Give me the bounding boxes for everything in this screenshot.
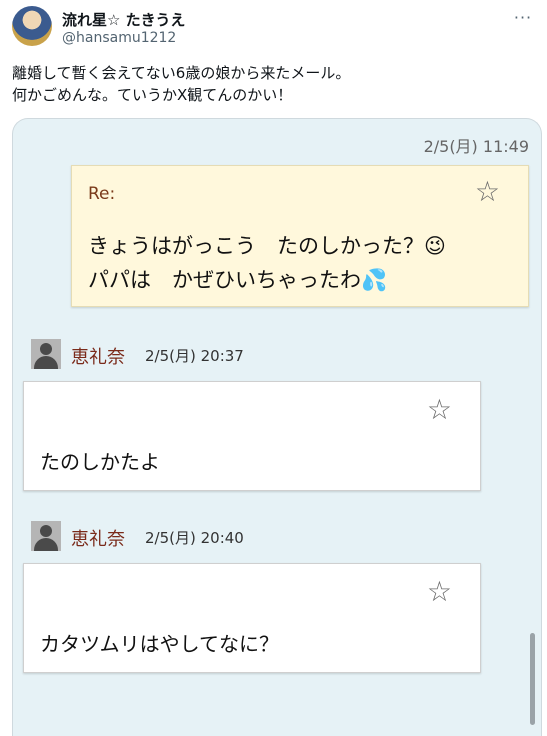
reply-card-1[interactable]: ☆ たのしかたよ (23, 381, 481, 491)
sender-name: 恵礼奈 (71, 347, 125, 368)
author-avatar[interactable] (12, 6, 52, 46)
reply-card-2[interactable]: ☆ カタツムリはやしてなに？ (23, 563, 481, 673)
star-icon[interactable]: ☆ (475, 178, 500, 206)
star-icon[interactable]: ☆ (427, 578, 452, 606)
tweet-text: 離婚して暫く会えてない6歳の娘から来たメール。 何かごめんな。ていうかX観てんの… (12, 62, 350, 106)
message-date: 2/5(月) 11:49 (423, 137, 529, 156)
star-icon[interactable]: ☆ (427, 396, 452, 424)
tweet-text-line-1: 離婚して暫く会えてない6歳の娘から来たメール。 (12, 64, 351, 82)
reply-text: たのしかたよ (40, 450, 160, 474)
tweet-text-line-2: 何かごめんな。ていうかX観てんのかい！ (12, 86, 293, 104)
author-handle[interactable]: @hansamu1212 (62, 30, 176, 46)
more-options-icon[interactable]: ··· (511, 6, 535, 30)
reply-time: 2/5(月) 20:40 (145, 529, 244, 547)
message-subject: Re: (88, 184, 116, 204)
sender-avatar-icon (31, 339, 61, 369)
attached-image[interactable]: 2/5(月) 11:49 Re: ☆ きょうはがっこう たのしかった？😉 パパは… (12, 118, 542, 736)
reply-text: カタツムリはやしてなに？ (40, 632, 279, 656)
message-line-1: きょうはがっこう たのしかった？😉 (88, 234, 446, 258)
message-line-2: パパは かぜひいちゃったわ💦 (88, 268, 388, 292)
reply-time: 2/5(月) 20:37 (145, 347, 244, 365)
sender-name: 恵礼奈 (71, 529, 125, 550)
scrollbar[interactable] (530, 633, 535, 725)
author-display-name[interactable]: 流れ星☆ たきうえ (62, 9, 185, 30)
sender-avatar-icon (31, 521, 61, 551)
original-message-card[interactable]: Re: ☆ きょうはがっこう たのしかった？😉 パパは かぜひいちゃったわ💦 (71, 165, 529, 307)
